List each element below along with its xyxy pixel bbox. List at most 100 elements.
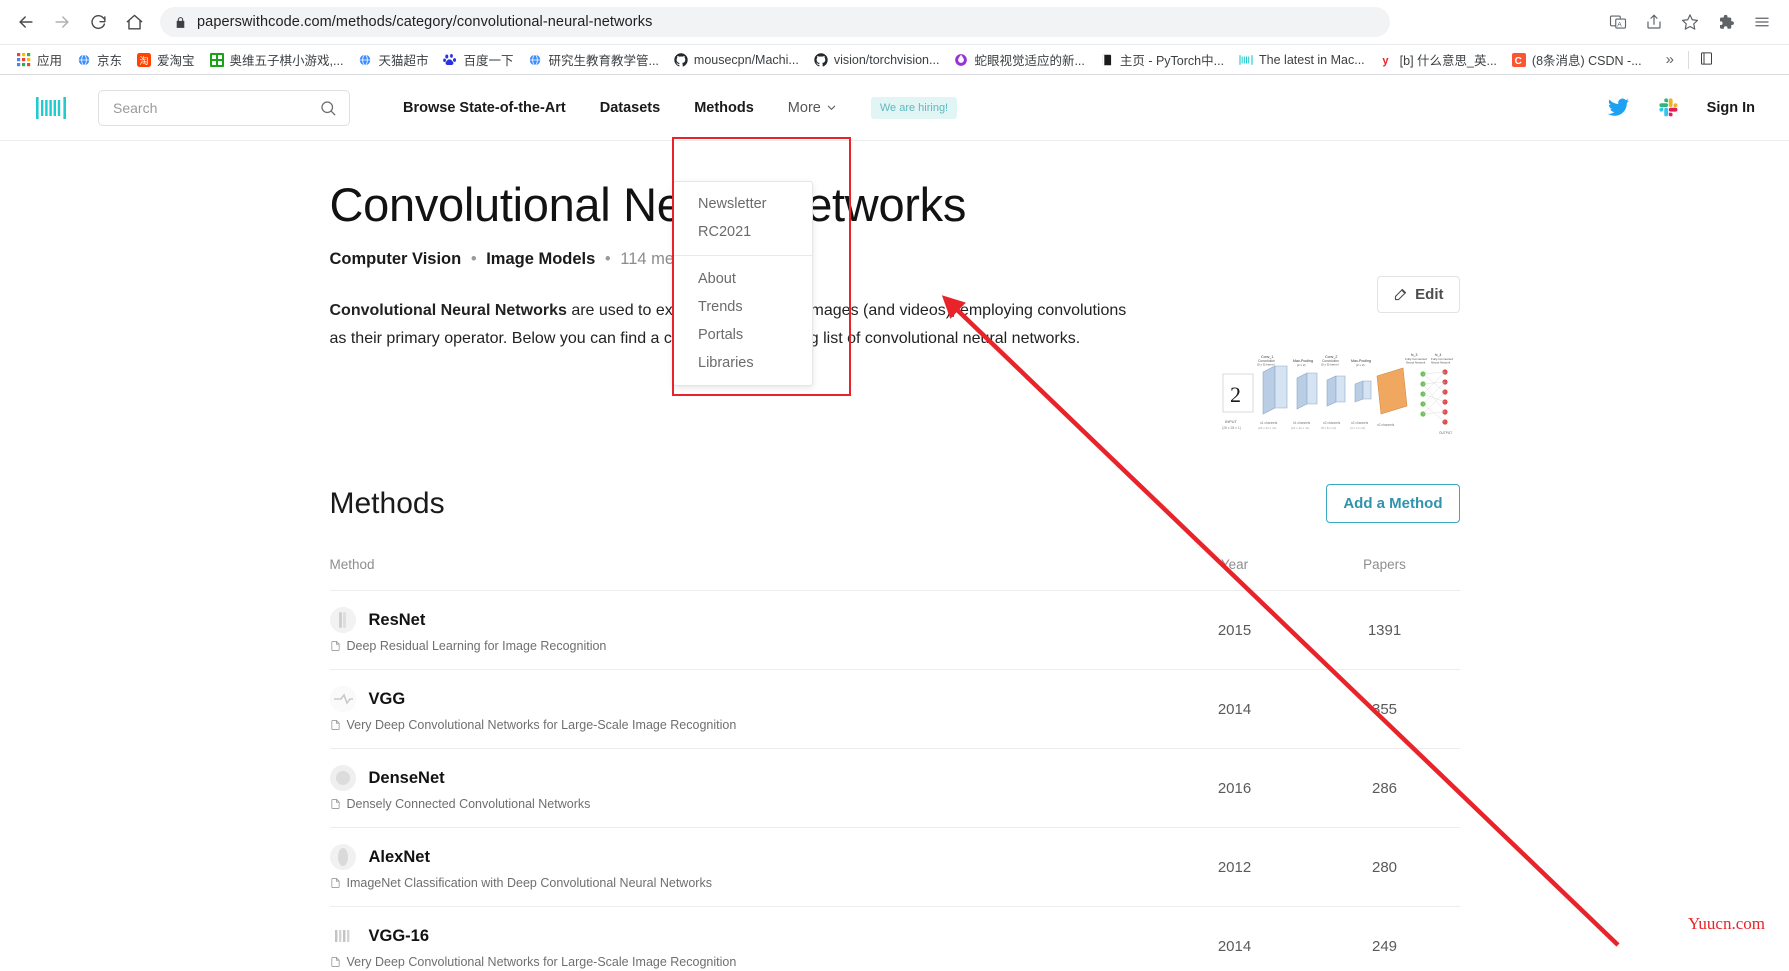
bookmark-item[interactable]: 天猫超市: [351, 47, 434, 72]
forward-button[interactable]: [46, 6, 78, 38]
column-header-year[interactable]: Year: [1159, 557, 1310, 591]
bookmark-label: 爱淘宝: [157, 54, 195, 68]
method-paper-title[interactable]: Densely Connected Convolutional Networks: [347, 797, 591, 811]
table-row[interactable]: VGG Very Deep Convolutional Networks for …: [329, 669, 1460, 749]
search-icon[interactable]: [319, 99, 337, 117]
methods-table-header: Method Year Papers: [329, 557, 1460, 591]
svg-text:y: y: [1382, 55, 1389, 67]
twitter-icon[interactable]: [1607, 96, 1630, 119]
svg-text:(24 x 24 x n1): (24 x 24 x n1): [1258, 426, 1276, 430]
nav-datasets[interactable]: Datasets: [600, 100, 660, 116]
page-header-block: Convolutional Neural Networks Computer V…: [329, 141, 1460, 451]
bookmark-item[interactable]: C (8条消息) CSDN -...: [1505, 47, 1648, 72]
bookmark-item[interactable]: 京东: [70, 47, 128, 72]
watermark: Yuucn.com: [1688, 914, 1765, 933]
reading-list-icon[interactable]: [1687, 50, 1714, 69]
nav-browse-sota[interactable]: Browse State-of-the-Art: [403, 100, 566, 116]
dropdown-item-libraries[interactable]: Libraries: [674, 349, 812, 377]
nav-more-dropdown-toggle[interactable]: More: [788, 100, 837, 116]
extensions-puzzle-icon[interactable]: [1713, 9, 1739, 35]
method-name[interactable]: ResNet: [369, 611, 426, 630]
yandex-icon: y: [1379, 52, 1395, 68]
nav-methods[interactable]: Methods: [694, 100, 754, 116]
table-row[interactable]: ResNet Deep Residual Learning for Image R…: [329, 590, 1460, 670]
description-lead: Convolutional Neural Networks: [329, 302, 567, 319]
method-name[interactable]: VGG-16: [369, 927, 430, 946]
method-paper-title[interactable]: ImageNet Classification with Deep Convol…: [347, 876, 712, 890]
table-row[interactable]: DenseNet Densely Connected Convolutional …: [329, 748, 1460, 828]
svg-text:Neural Network: Neural Network: [1406, 361, 1426, 365]
bookmark-item[interactable]: mousecpn/Machi...: [667, 49, 805, 71]
method-name[interactable]: VGG: [369, 690, 406, 709]
more-dropdown-menu[interactable]: Newsletter RC2021 About Trends Portals L…: [673, 181, 813, 386]
bookmark-item[interactable]: 百度一下: [436, 47, 519, 72]
bookmark-item[interactable]: 蛇眼视觉适应的新...: [947, 47, 1090, 72]
reload-button[interactable]: [82, 6, 114, 38]
translate-icon[interactable]: A: [1605, 9, 1631, 35]
method-name[interactable]: DenseNet: [369, 769, 445, 788]
search-box[interactable]: [98, 89, 350, 126]
column-header-method[interactable]: Method: [329, 557, 1160, 591]
bookmark-item[interactable]: 应用: [10, 47, 68, 72]
bookmark-item[interactable]: 淘爱淘宝: [130, 47, 201, 72]
svg-text:(2 x 2): (2 x 2): [1297, 363, 1306, 367]
method-year: 2012: [1159, 827, 1310, 907]
gomoku-icon: [209, 52, 225, 68]
bookmark-item[interactable]: The latest in Mac...: [1232, 49, 1371, 71]
paper-document-icon: [330, 956, 341, 968]
paper-document-icon: [330, 719, 341, 731]
bookmark-item[interactable]: vision/torchvision...: [807, 49, 946, 71]
dropdown-item-trends[interactable]: Trends: [674, 293, 812, 321]
method-cell[interactable]: ResNet Deep Residual Learning for Image R…: [329, 590, 1160, 670]
method-paper-title[interactable]: Very Deep Convolutional Networks for Lar…: [347, 955, 737, 969]
edit-button[interactable]: Edit: [1377, 276, 1460, 313]
we-are-hiring-badge[interactable]: We are hiring!: [870, 96, 958, 119]
method-paper-title[interactable]: Very Deep Convolutional Networks for Lar…: [347, 718, 737, 732]
svg-text:n1 channels: n1 channels: [1293, 421, 1311, 425]
address-bar[interactable]: paperswithcode.com/methods/category/conv…: [160, 7, 1390, 37]
bookmarks-overflow-button[interactable]: »: [1658, 51, 1682, 68]
svg-text:n2 channels: n2 channels: [1323, 421, 1341, 425]
method-cell[interactable]: AlexNet ImageNet Classification with Deep…: [329, 827, 1160, 907]
back-button[interactable]: [10, 6, 42, 38]
bookmark-item[interactable]: 奥维五子棋小游戏,...: [203, 47, 350, 72]
page-title: Convolutional Neural Networks: [329, 178, 967, 231]
dropdown-item-portals[interactable]: Portals: [674, 321, 812, 349]
method-name[interactable]: AlexNet: [369, 848, 430, 867]
papers-with-code-logo-icon[interactable]: [34, 93, 68, 123]
method-thumbnail-icon: [329, 844, 356, 870]
method-cell[interactable]: VGG-16 Very Deep Convolutional Networks f…: [329, 906, 1160, 970]
search-input[interactable]: [111, 98, 319, 117]
svg-text:(2 x 2): (2 x 2): [1356, 363, 1365, 367]
column-header-papers[interactable]: Papers: [1309, 557, 1460, 591]
table-row[interactable]: VGG-16 Very Deep Convolutional Networks f…: [329, 906, 1460, 970]
slack-icon[interactable]: [1658, 97, 1679, 118]
bookmark-label: 蛇眼视觉适应的新...: [974, 54, 1085, 68]
sign-in-button[interactable]: Sign In: [1707, 100, 1755, 116]
dropdown-item-rc2021[interactable]: RC2021: [674, 218, 812, 246]
bookmark-item[interactable]: 研究生教育教学管...: [521, 47, 664, 72]
method-cell[interactable]: DenseNet Densely Connected Convolutional …: [329, 748, 1160, 828]
taobao-icon: 淘: [136, 52, 152, 68]
method-cell[interactable]: VGG Very Deep Convolutional Networks for …: [329, 669, 1160, 749]
home-button[interactable]: [118, 6, 150, 38]
methods-heading: Methods: [329, 486, 445, 520]
bookmark-item[interactable]: y [b] 什么意思_英...: [1373, 47, 1503, 72]
method-thumbnail-icon: [329, 686, 356, 712]
dropdown-item-about[interactable]: About: [674, 265, 812, 293]
add-a-method-button[interactable]: Add a Method: [1326, 484, 1460, 523]
share-icon[interactable]: [1641, 9, 1667, 35]
method-thumbnail-icon: [329, 765, 356, 791]
method-paper-title[interactable]: Deep Residual Learning for Image Recogni…: [347, 639, 607, 653]
svg-text:n1 channels: n1 channels: [1260, 421, 1278, 425]
dropdown-item-newsletter[interactable]: Newsletter: [674, 190, 812, 218]
main-content: Convolutional Neural Networks Computer V…: [0, 141, 1789, 970]
bookmark-item[interactable]: 主页 - PyTorch中...: [1093, 47, 1230, 72]
breadcrumb-parent[interactable]: Computer Vision: [330, 250, 462, 268]
bookmark-star-icon[interactable]: [1677, 9, 1703, 35]
browser-menu-icon[interactable]: [1749, 9, 1775, 35]
table-row[interactable]: AlexNet ImageNet Classification with Deep…: [329, 827, 1460, 907]
bookmark-label: 应用: [37, 54, 63, 68]
browser-chrome: paperswithcode.com/methods/category/conv…: [0, 0, 1789, 75]
breadcrumb-child[interactable]: Image Models: [486, 250, 595, 268]
